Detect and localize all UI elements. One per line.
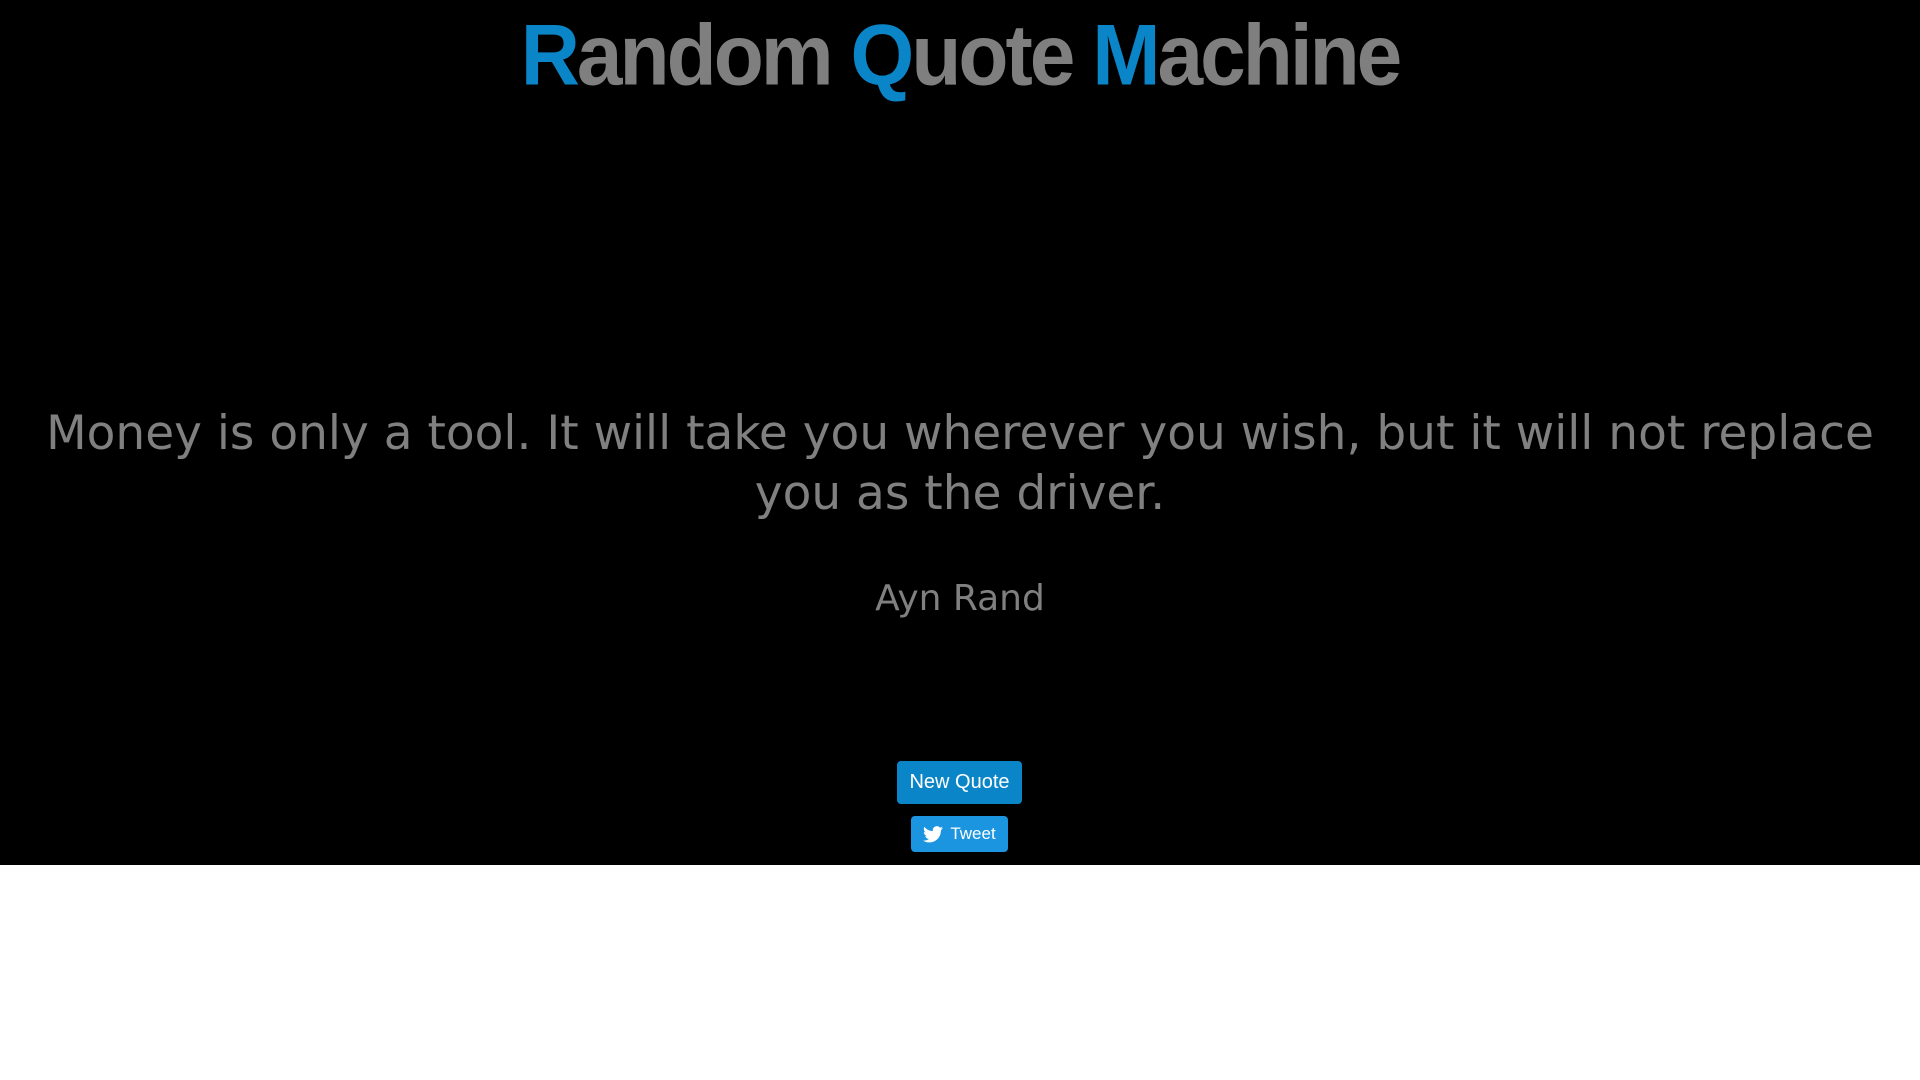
tweet-label: Tweet [950,824,996,843]
new-quote-button[interactable]: New Quote [897,761,1022,804]
title-initial-q: Q [850,7,915,104]
app-title: Random Quote Machine [0,6,1920,107]
tweet-button[interactable]: Tweet [911,816,1008,852]
title-initial-r: R [520,7,580,104]
twitter-bird-icon [923,825,944,843]
quote-text: Money is only a tool. It will take you w… [46,406,1874,521]
title-word-rest-2: uote [911,7,1075,104]
quote-machine-panel: Random Quote Machine Money is only a too… [0,0,1920,865]
quote-author: Ayn Rand [875,578,1045,619]
title-word-rest-1: andom [576,7,834,104]
title-word-rest-3: achine [1157,7,1403,104]
title-initial-m: M [1092,7,1160,104]
